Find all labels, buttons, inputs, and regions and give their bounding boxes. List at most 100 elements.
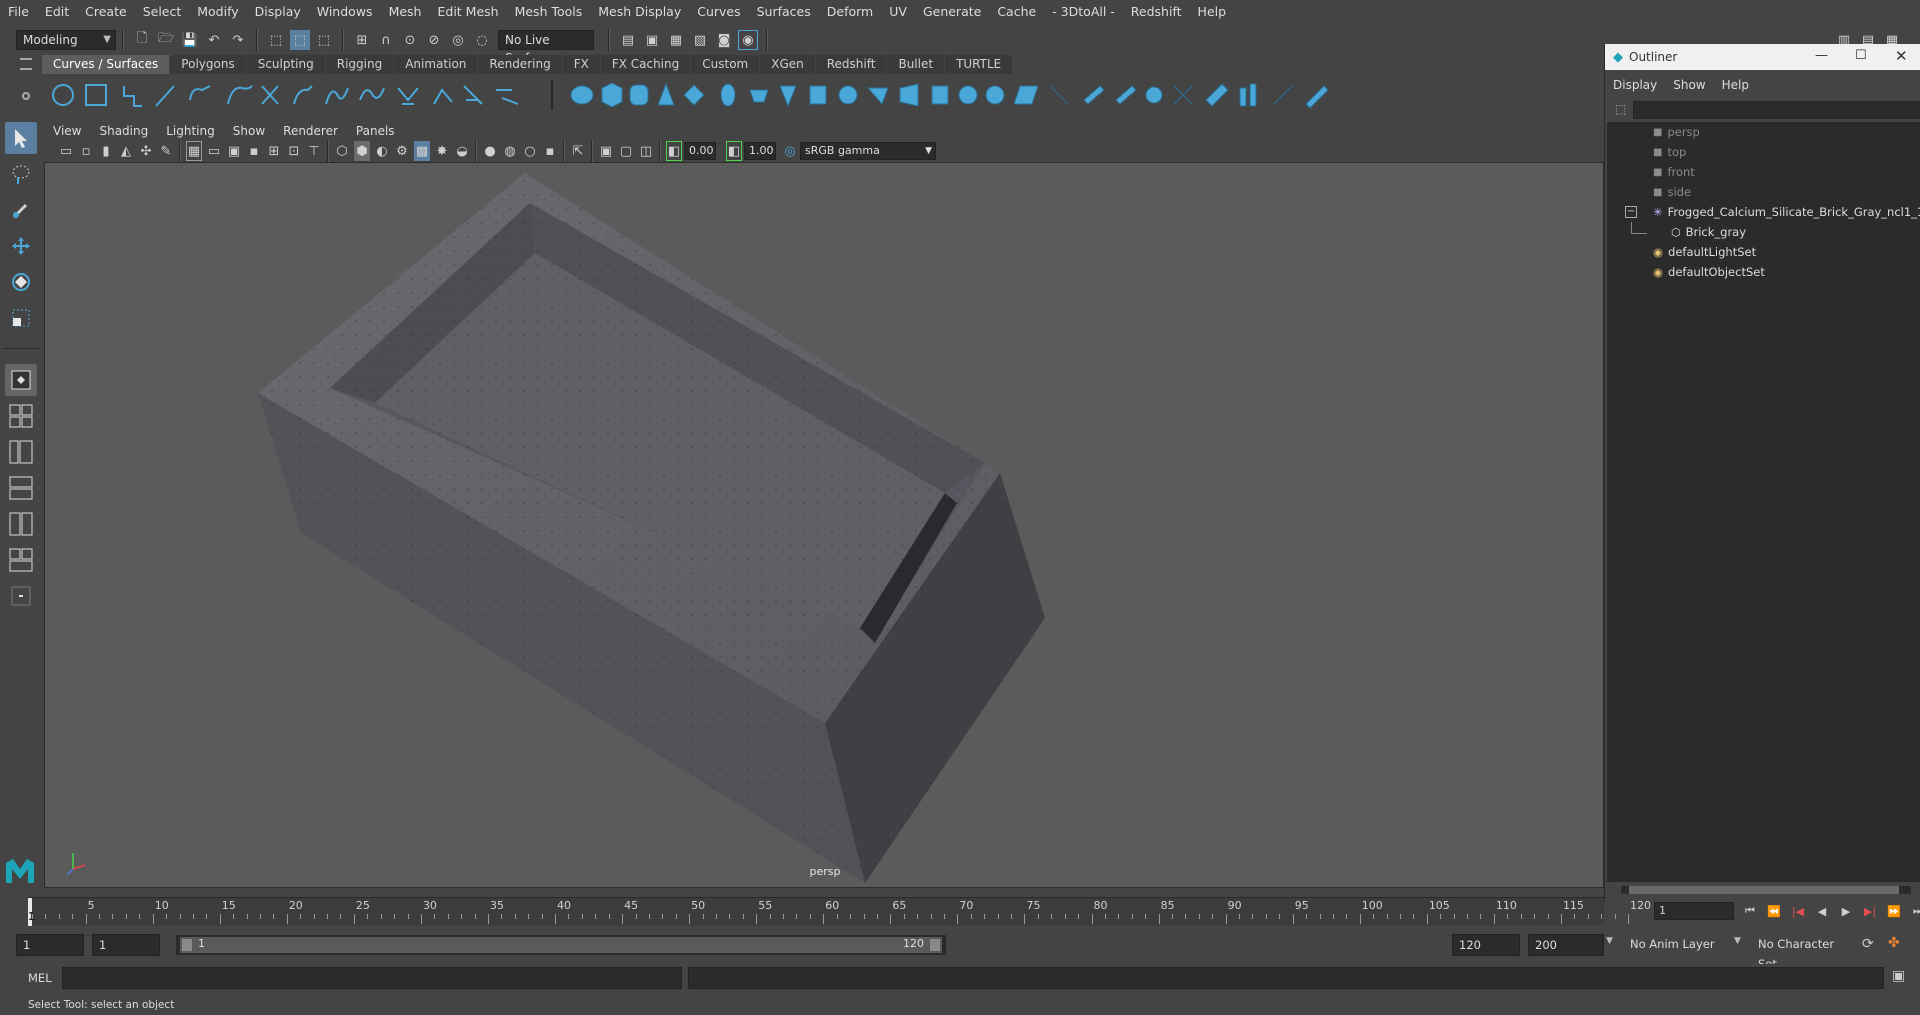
- persp-outliner-layout-button[interactable]: [5, 436, 37, 468]
- menu-edit[interactable]: Edit: [37, 0, 77, 24]
- wireframe-on-shaded-icon[interactable]: ⚙: [394, 141, 410, 161]
- range-slider[interactable]: 1 120: [176, 935, 946, 955]
- color-space-dropdown[interactable]: sRGB gamma ▼: [800, 142, 936, 160]
- animation-preferences-icon[interactable]: ✤: [1888, 935, 1900, 951]
- snap-surface-icon[interactable]: ◎: [448, 30, 468, 50]
- render-camera-icon[interactable]: ◙: [714, 30, 734, 50]
- screen-space-ao-icon[interactable]: ●: [482, 141, 498, 161]
- bookmark-icon[interactable]: ▮: [98, 141, 114, 161]
- range-slider-handle[interactable]: 1 120: [180, 937, 942, 953]
- time-ruler[interactable]: 1 51015202530354045505560657075808590951…: [28, 897, 1651, 926]
- shelf-menu-icon[interactable]: [20, 58, 32, 70]
- snap-grid-icon[interactable]: ⊞: [352, 30, 372, 50]
- shelf-tab-rendering[interactable]: Rendering: [478, 54, 562, 74]
- outliner-item-default-light-set[interactable]: ◉ defaultLightSet: [1653, 242, 1756, 262]
- auto-key-icon[interactable]: ⟳: [1862, 936, 1874, 952]
- outliner-item-side[interactable]: ■ side: [1653, 182, 1691, 202]
- hypershade-icon[interactable]: ◉: [738, 30, 758, 50]
- viewport-menu-lighting[interactable]: Lighting: [157, 121, 224, 141]
- new-scene-icon[interactable]: 🗋: [132, 30, 152, 50]
- viewport-menu-view[interactable]: View: [44, 121, 90, 141]
- color-management-icon[interactable]: ◎: [782, 141, 798, 161]
- shelf-tab-fx[interactable]: FX: [562, 54, 600, 74]
- textured-icon[interactable]: ▩: [414, 141, 430, 161]
- viewport-menu-shading[interactable]: Shading: [90, 121, 157, 141]
- brick-mesh[interactable]: [258, 173, 1045, 883]
- playback-start-field[interactable]: 1: [92, 934, 160, 956]
- image-plane-icon[interactable]: ◭: [118, 141, 134, 161]
- time-slider[interactable]: 1 51015202530354045505560657075808590951…: [28, 897, 1651, 927]
- range-start-grip[interactable]: [182, 939, 192, 951]
- motion-blur-icon[interactable]: ◍: [502, 141, 518, 161]
- playback-end-field[interactable]: 120: [1452, 934, 1520, 956]
- go-to-start-icon[interactable]: ⏮: [1740, 901, 1760, 921]
- outliner-item-top[interactable]: ■ top: [1653, 142, 1686, 162]
- chevron-down-icon[interactable]: ▼: [1606, 936, 1613, 946]
- anim-layer-dropdown[interactable]: No Anim Layer: [1624, 934, 1728, 956]
- undo-icon[interactable]: ↶: [204, 30, 224, 50]
- range-end-grip[interactable]: [930, 939, 940, 951]
- menu-cache[interactable]: Cache: [989, 0, 1044, 24]
- outliner-menu-display[interactable]: Display: [1605, 78, 1665, 92]
- shelf-tab-xgen[interactable]: XGen: [760, 54, 815, 74]
- menu-3dtoall[interactable]: - 3DtoAll -: [1044, 0, 1123, 24]
- camera-select-icon[interactable]: ▭: [58, 141, 74, 161]
- menu-redshift[interactable]: Redshift: [1123, 0, 1190, 24]
- select-object-icon[interactable]: ⬚: [290, 30, 310, 50]
- menu-generate[interactable]: Generate: [915, 0, 989, 24]
- lasso-tool-button[interactable]: [5, 158, 37, 190]
- menu-display[interactable]: Display: [247, 0, 309, 24]
- anti-aliasing-icon[interactable]: ○: [522, 141, 538, 161]
- persp-hypershade-layout-button[interactable]: [5, 508, 37, 540]
- viewport-menu-renderer[interactable]: Renderer: [274, 121, 347, 141]
- shelf-tab-bullet[interactable]: Bullet: [887, 54, 945, 74]
- single-perspective-layout-button[interactable]: [5, 364, 37, 396]
- step-forward-key-icon[interactable]: ⏩: [1884, 901, 1904, 921]
- select-component-icon[interactable]: ⬚: [314, 30, 334, 50]
- close-icon[interactable]: ✕: [1895, 47, 1908, 65]
- exposure-field[interactable]: 0.00: [684, 142, 716, 160]
- shelf-settings-icon[interactable]: [22, 92, 30, 100]
- gamma-icon[interactable]: ◧: [726, 141, 742, 161]
- shelf-tab-custom[interactable]: Custom: [691, 54, 760, 74]
- render-view-icon[interactable]: ▣: [642, 30, 662, 50]
- use-all-lights-icon[interactable]: ✸: [434, 141, 450, 161]
- scale-tool-button[interactable]: [5, 302, 37, 334]
- render-icon[interactable]: ▦: [666, 30, 686, 50]
- outliner-item-default-object-set[interactable]: ◉ defaultObjectSet: [1653, 262, 1765, 282]
- workspace-dropdown[interactable]: Modeling ▼: [16, 30, 116, 50]
- save-scene-icon[interactable]: 💾: [180, 30, 200, 50]
- menu-modify[interactable]: Modify: [189, 0, 246, 24]
- shadows-icon[interactable]: ◒: [454, 141, 470, 161]
- scrollbar-thumb[interactable]: [1629, 886, 1899, 894]
- step-back-frame-icon[interactable]: |◀: [1788, 901, 1808, 921]
- shelf-tab-polygons[interactable]: Polygons: [170, 54, 246, 74]
- xray-icon[interactable]: ▣: [598, 141, 614, 161]
- ipr-render-icon[interactable]: ▧: [690, 30, 710, 50]
- viewport-menu-show[interactable]: Show: [224, 121, 274, 141]
- play-backwards-icon[interactable]: ◀: [1812, 901, 1832, 921]
- more-layouts-button[interactable]: [5, 580, 37, 612]
- shelf-tab-sculpting[interactable]: Sculpting: [246, 54, 325, 74]
- grid-icon[interactable]: ▦: [186, 141, 202, 161]
- gamma-field[interactable]: 1.00: [744, 142, 776, 160]
- safe-title-icon[interactable]: ⊤: [306, 141, 322, 161]
- render-settings-icon[interactable]: ▤: [618, 30, 638, 50]
- menu-deform[interactable]: Deform: [819, 0, 881, 24]
- current-frame-field[interactable]: 1: [1654, 902, 1734, 920]
- field-chart-icon[interactable]: ⊞: [266, 141, 282, 161]
- outliner-menu-show[interactable]: Show: [1665, 78, 1713, 92]
- command-language-label[interactable]: MEL: [28, 971, 52, 985]
- outliner-scrollbar[interactable]: [1621, 886, 1911, 894]
- viewport-persp[interactable]: persp: [44, 162, 1604, 888]
- outliner-item-front[interactable]: ■ front: [1653, 162, 1695, 182]
- four-view-layout-button[interactable]: [5, 400, 37, 432]
- collapse-icon[interactable]: −: [1625, 206, 1637, 218]
- search-options-icon[interactable]: ⬚: [1615, 102, 1626, 116]
- resolution-gate-icon[interactable]: ▣: [226, 141, 242, 161]
- rotate-tool-button[interactable]: [5, 266, 37, 298]
- menu-mesh-tools[interactable]: Mesh Tools: [507, 0, 591, 24]
- isolate-select-icon[interactable]: ⇱: [570, 141, 586, 161]
- default-material-icon[interactable]: ◐: [374, 141, 390, 161]
- snap-center-icon[interactable]: ◌: [472, 30, 492, 50]
